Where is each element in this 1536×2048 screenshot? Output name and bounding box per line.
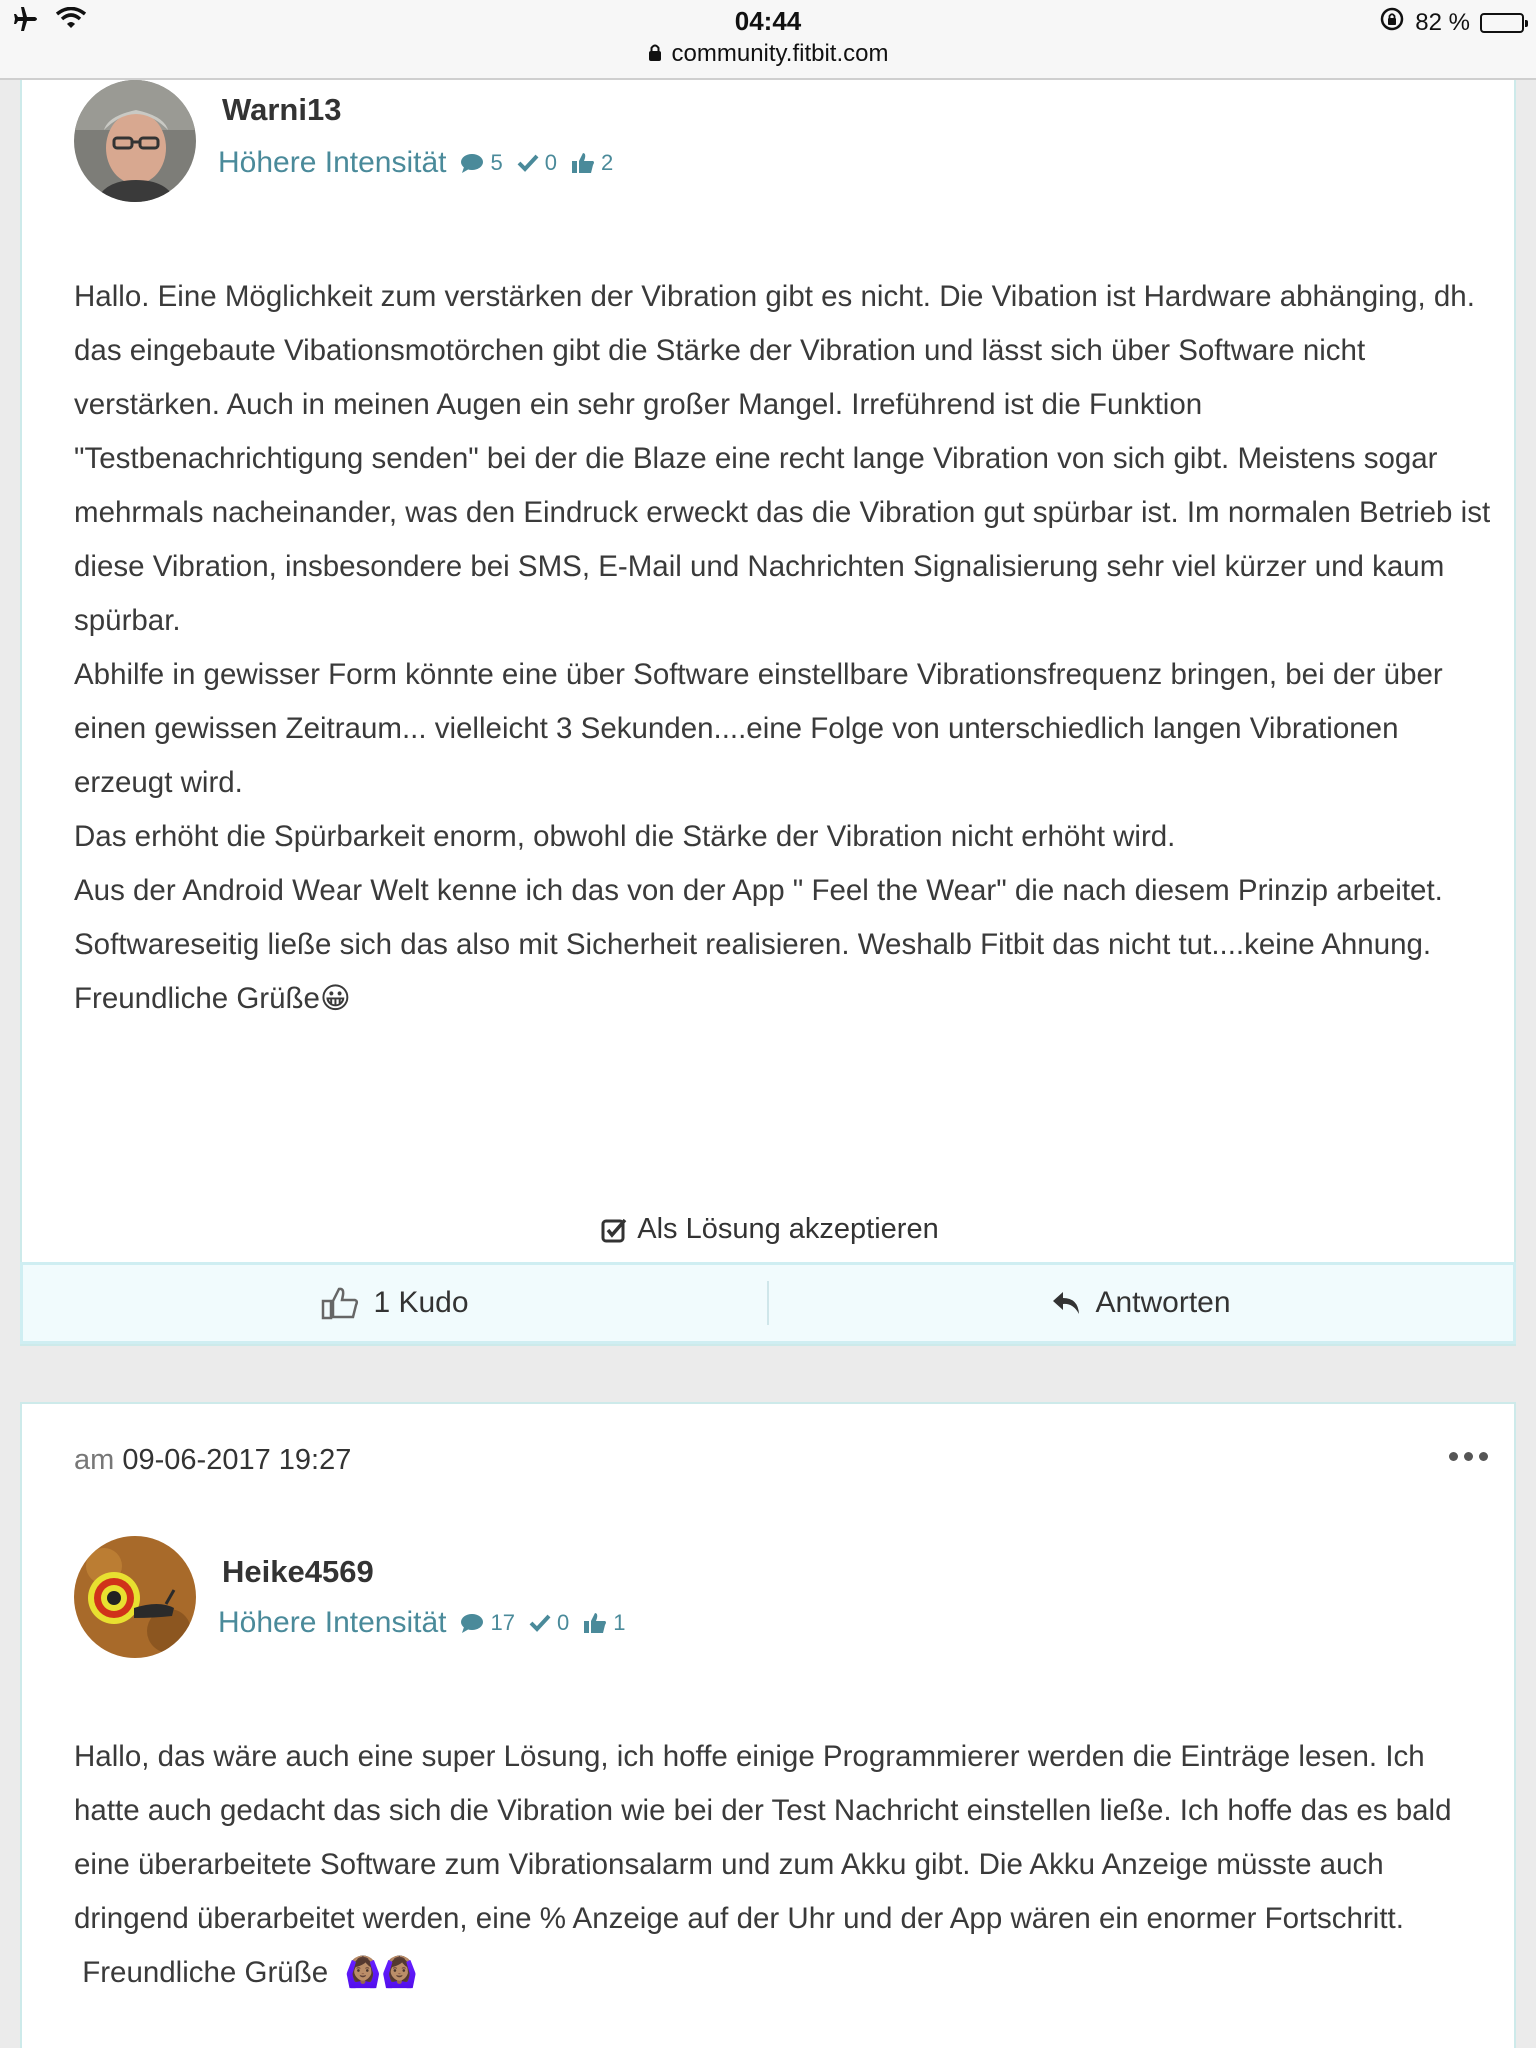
post-paragraph: Softwareseitig ließe sich das also mit S… xyxy=(74,928,1432,961)
post-paragraph: Freundliche Grüße 🙆🏽‍♀️🙆🏽‍♀️ xyxy=(74,1956,418,1989)
reply-arrow-icon xyxy=(1053,1292,1080,1314)
kudos-count: 2 xyxy=(600,150,614,175)
post-paragraph: Hallo, das wäre auch eine super Lösung, … xyxy=(74,1740,1452,1935)
post-card-2: am 09-06-2017 19:27 Heike4569 Höhere Int… xyxy=(20,1402,1516,2048)
post-date: am 09-06-2017 19:27 xyxy=(74,1444,351,1477)
user-rank-line: Höhere Intensität 17 0 1 xyxy=(218,1606,625,1640)
date-prefix: am xyxy=(74,1444,115,1476)
url-text: community.fitbit.com xyxy=(671,40,889,67)
reply-label: Antworten xyxy=(1095,1286,1231,1319)
accept-solution-label: Als Lösung akzeptieren xyxy=(637,1213,939,1245)
address-bar[interactable]: community.fitbit.com xyxy=(0,40,1536,68)
post-paragraph: Abhilfe in gewisser Form könnte eine übe… xyxy=(74,658,1443,799)
kudo-button[interactable]: 1 Kudo xyxy=(23,1265,767,1341)
avatar-warni13[interactable] xyxy=(74,80,196,202)
messages-count: 5 xyxy=(490,150,503,175)
avatar-heike4569[interactable] xyxy=(74,1536,196,1658)
thumbs-up-icon xyxy=(584,1613,607,1633)
solutions-stat: 0 xyxy=(529,1610,569,1636)
post-paragraph: Hallo. Eine Möglichkeit zum verstärken d… xyxy=(74,280,1491,637)
username-heike4569[interactable]: Heike4569 xyxy=(222,1554,374,1590)
rotation-lock-icon xyxy=(1379,6,1405,39)
post-paragraph: Das erhöht die Spürbarkeit enorm, obwohl… xyxy=(74,820,1176,853)
post-body-2: Hallo, das wäre auch eine super Lösung, … xyxy=(74,1730,1494,2000)
checkbox-checked-icon xyxy=(601,1218,627,1242)
status-bar: 04:44 community.fitbit.com 82 % xyxy=(0,0,1536,80)
status-right: 82 % xyxy=(1379,6,1528,39)
messages-stat: 17 xyxy=(460,1610,515,1636)
battery-percent: 82 % xyxy=(1415,8,1470,36)
kudo-label: 1 Kudo xyxy=(373,1286,469,1319)
solutions-stat: 0 xyxy=(517,150,557,176)
kudos-stat: 1 xyxy=(583,1610,625,1636)
post-paragraph: Aus der Android Wear Welt kenne ich das … xyxy=(74,874,1443,907)
post-card-1: Warni13 Höhere Intensität 5 0 2 Hallo. E… xyxy=(20,80,1516,1346)
speech-bubble-icon xyxy=(461,1614,484,1633)
speech-bubble-icon xyxy=(461,154,484,173)
checkmark-icon xyxy=(517,154,539,172)
kudos-count: 1 xyxy=(613,1610,626,1635)
checkmark-icon xyxy=(529,1614,551,1632)
more-options-icon[interactable] xyxy=(1449,1452,1488,1461)
messages-stat: 5 xyxy=(460,150,503,176)
rank-label[interactable]: Höhere Intensität xyxy=(218,146,446,180)
date-value: 09-06-2017 19:27 xyxy=(122,1444,352,1476)
post-action-bar: 1 Kudo Antworten xyxy=(20,1262,1516,1344)
clock: 04:44 xyxy=(734,6,802,36)
battery-icon xyxy=(1480,12,1528,33)
user-rank-line: Höhere Intensität 5 0 2 xyxy=(218,146,613,180)
post-paragraph: Freundliche Grüße😀 xyxy=(74,982,351,1015)
messages-count: 17 xyxy=(490,1610,515,1635)
username-warni13[interactable]: Warni13 xyxy=(222,92,341,128)
solutions-count: 0 xyxy=(556,1610,570,1635)
post-body-1: Hallo. Eine Möglichkeit zum verstärken d… xyxy=(74,270,1494,1026)
solutions-count: 0 xyxy=(544,150,557,175)
lock-icon xyxy=(648,40,662,68)
thumbs-up-outline-icon xyxy=(322,1287,359,1320)
rank-label[interactable]: Höhere Intensität xyxy=(218,1606,446,1640)
reply-button[interactable]: Antworten xyxy=(769,1265,1513,1341)
thumbs-up-icon xyxy=(571,153,594,173)
kudos-stat: 2 xyxy=(571,150,613,176)
accept-solution-button[interactable]: Als Lösung akzeptieren xyxy=(22,1213,1518,1246)
